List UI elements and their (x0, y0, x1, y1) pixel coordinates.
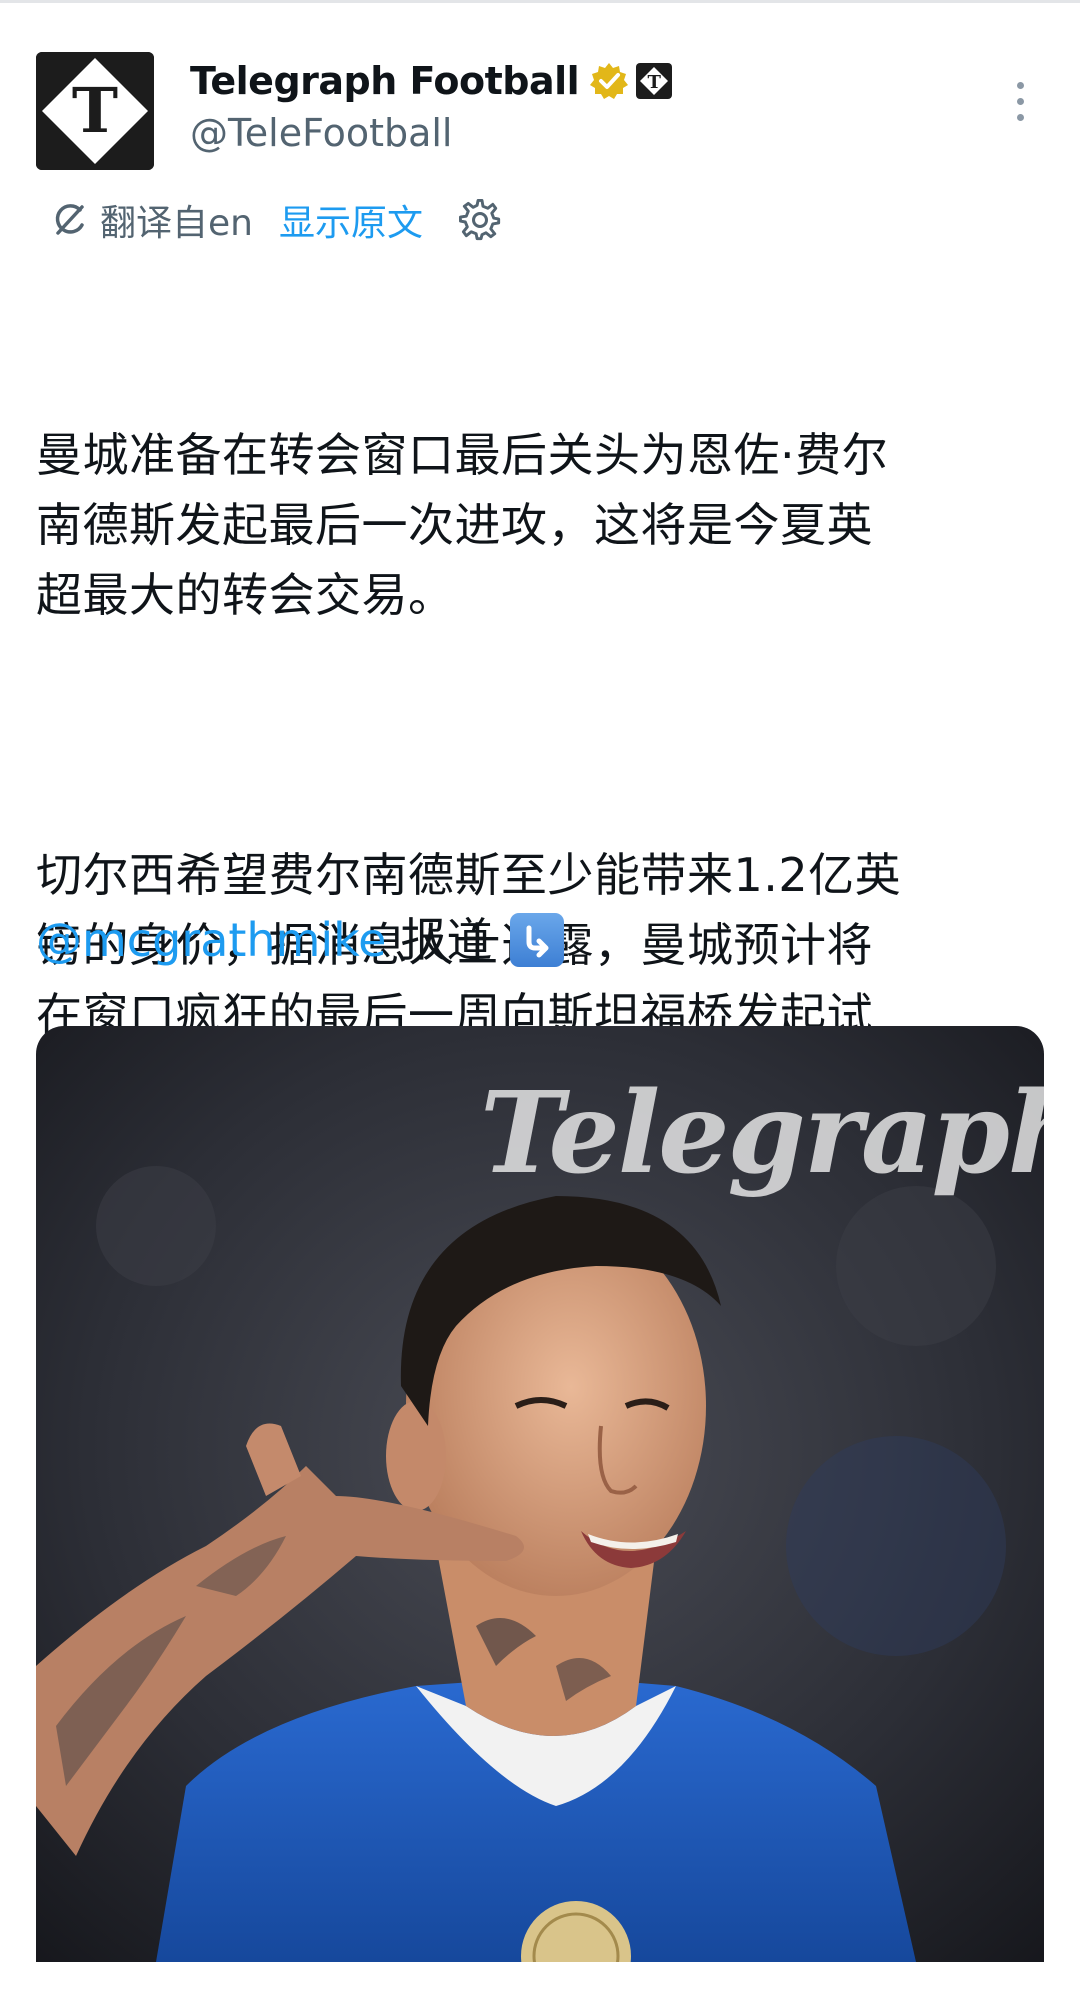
mention-link[interactable]: @mcgrathmike (36, 905, 386, 975)
more-options-icon[interactable] (1000, 76, 1040, 126)
author-display-name[interactable]: Telegraph Football (190, 56, 580, 106)
author-name-row[interactable]: Telegraph Football T (190, 56, 673, 106)
svg-text:T: T (72, 74, 118, 147)
translation-bar: 翻译自en 显示原文 (50, 196, 501, 244)
translated-from-label: 翻译自en (100, 203, 253, 244)
verified-badge-icon (589, 61, 629, 101)
author-avatar[interactable]: T (36, 52, 154, 170)
tweet-media-image[interactable]: Telegraph (36, 1026, 1044, 1962)
telegraph-t-logo-icon: T (36, 52, 154, 170)
show-original-button[interactable]: 显示原文 (279, 194, 423, 246)
gear-icon[interactable] (458, 199, 501, 241)
arrow-down-right-icon (510, 913, 565, 967)
translate-icon (50, 201, 88, 239)
bottom-area (0, 1962, 1080, 1989)
top-divider (0, 0, 1080, 3)
tweet-paragraph-1: 曼城准备在转会窗口最后关头为恩佐·费尔 南德斯发起最后一次进攻，这将是今夏英 超… (36, 428, 889, 622)
report-label: 报道 (400, 913, 493, 967)
telegraph-watermark: Telegraph (480, 1068, 1044, 1199)
svg-text:T: T (648, 72, 662, 93)
author-handle[interactable]: @TeleFootball (190, 108, 453, 158)
affiliate-badge-icon: T (635, 62, 673, 100)
mention-line: @mcgrathmike 报道 (36, 905, 565, 975)
